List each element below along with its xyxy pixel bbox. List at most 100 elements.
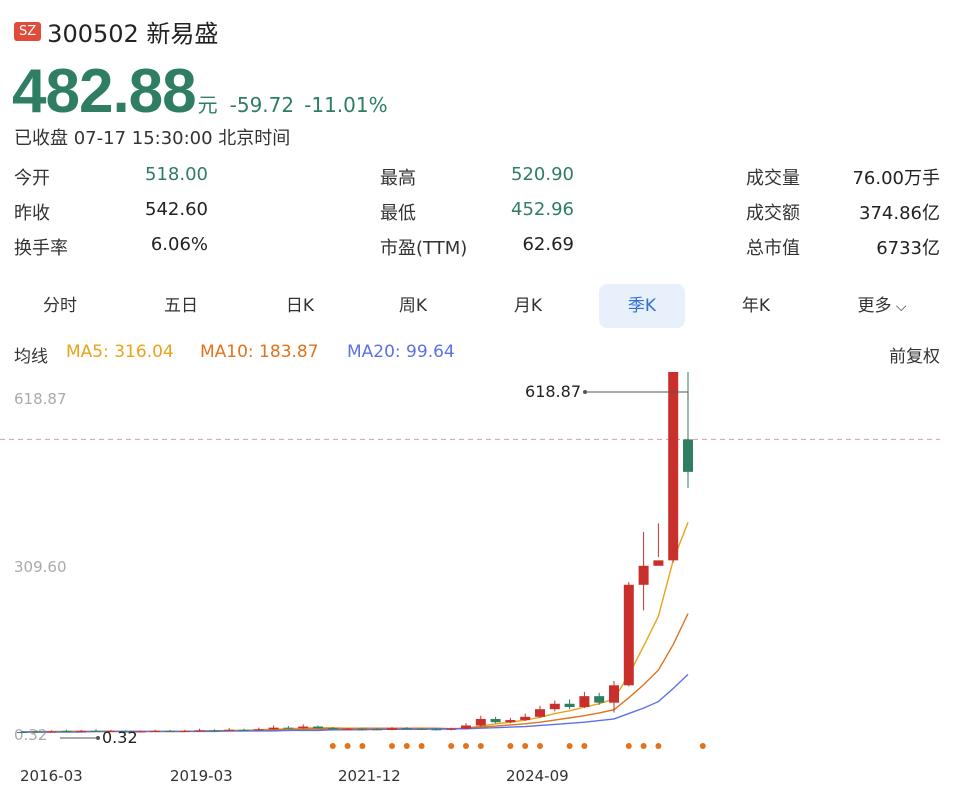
tab-日K[interactable]: 日K — [257, 284, 343, 328]
candle-body — [194, 730, 205, 732]
signal-dot — [418, 743, 425, 749]
ma20-legend: MA20: 99.64 — [347, 342, 455, 362]
signal-dot — [389, 743, 395, 749]
candle-body — [653, 560, 664, 566]
candlestick-chart[interactable]: 618.87 309.60 0.32 618.87 0.32 2016-03 2019-03… — [0, 372, 960, 802]
max-marker-dot — [583, 390, 587, 394]
signal-dot — [329, 743, 336, 749]
candle-body — [372, 729, 383, 731]
chevron-down-icon: ⌵ — [891, 299, 907, 315]
last-price: 482.88 — [12, 57, 197, 126]
candle-body — [638, 565, 649, 585]
candle-body — [446, 728, 457, 730]
max-label: 618.87 — [525, 382, 581, 401]
signal-dot — [655, 743, 662, 749]
ma5-legend: MA5: 316.04 — [66, 342, 174, 362]
tab-年K[interactable]: 年K — [713, 284, 799, 328]
candle-body — [283, 727, 294, 729]
candle-body — [165, 730, 175, 732]
candle-body — [268, 727, 279, 730]
stat-value: 6.06% — [150, 234, 208, 255]
signal-dot — [507, 743, 514, 749]
stat-value: 76.00万手 — [852, 168, 940, 189]
candle-body — [623, 584, 634, 686]
stat-value: 374.86亿 — [859, 203, 940, 224]
market-badge: SZ — [14, 22, 42, 41]
candle-body — [683, 439, 693, 472]
candle-body — [387, 728, 397, 730]
tab-季K[interactable]: 季K — [599, 284, 685, 328]
min-marker-dot — [96, 736, 100, 740]
candle-body — [549, 703, 560, 710]
tab-五日[interactable]: 五日 — [138, 284, 224, 328]
signal-dot — [344, 743, 351, 749]
candle-body — [327, 728, 338, 730]
candle-body — [224, 729, 235, 731]
stat-label: 市盈(TTM) — [380, 238, 468, 259]
stat-label: 最低 — [380, 203, 416, 224]
candle-body — [461, 725, 471, 729]
min-label: 0.32 — [102, 728, 138, 747]
candle-body — [239, 729, 249, 731]
x-tick-label: 2021-12 — [338, 767, 401, 785]
signal-dot — [625, 743, 632, 749]
adjust-button[interactable]: 前复权 — [889, 342, 940, 367]
price-change: -59.72 — [229, 93, 295, 117]
candle-body — [416, 728, 427, 730]
tab-分时[interactable]: 分时 — [17, 284, 103, 328]
candle-body — [594, 696, 605, 703]
candle-body — [46, 731, 57, 733]
price-row: 482.88 元 -59.72 -11.01% — [12, 56, 388, 127]
signal-dot — [566, 743, 573, 749]
stat-label: 成交额 — [746, 203, 800, 224]
stat-value: 452.96 — [511, 199, 574, 220]
stat-value: 518.00 — [145, 164, 208, 185]
stat-label: 今开 — [14, 168, 50, 189]
tab-月K[interactable]: 月K — [485, 284, 571, 328]
candle-body — [150, 730, 161, 732]
y-tick-label: 309.60 — [14, 558, 67, 576]
stock-header: SZ 300502 新易盛 — [14, 14, 218, 49]
candle-body — [179, 730, 190, 732]
candle-body — [61, 730, 72, 732]
candle-body — [520, 716, 531, 721]
price-change-pct: -11.01% — [304, 93, 388, 117]
candle-body — [431, 729, 442, 731]
ma-label: 均线 — [14, 347, 48, 367]
candle-body — [609, 685, 619, 703]
stat-label: 昨收 — [14, 203, 50, 224]
stat-label: 换手率 — [14, 238, 68, 259]
candle-body — [342, 728, 353, 730]
x-tick-label: 2019-03 — [170, 767, 233, 785]
ma10-line — [22, 613, 689, 733]
stat-value: 62.69 — [522, 234, 574, 255]
tab-更多[interactable]: 更多 ⌵ — [839, 284, 925, 328]
candle-body — [209, 730, 220, 732]
y-tick-label: 0.32 — [14, 726, 47, 744]
stat-label: 最高 — [380, 168, 416, 189]
candle-body — [505, 720, 516, 723]
stat-value: 542.60 — [145, 199, 208, 220]
period-tabs: 分时 五日 日K 周K 月K 季K 年K 更多 ⌵ — [0, 284, 960, 328]
candle-body — [313, 726, 323, 729]
signal-dot — [537, 743, 543, 749]
tab-周K[interactable]: 周K — [370, 284, 456, 328]
signal-dot — [403, 743, 410, 749]
stat-label: 总市值 — [746, 238, 800, 259]
stat-value: 6733亿 — [876, 238, 940, 259]
signal-dot — [699, 743, 706, 749]
signal-dot — [463, 743, 469, 749]
stock-title: 300502 新易盛 — [47, 20, 219, 48]
candle-body — [76, 730, 87, 732]
candle-body — [490, 718, 501, 723]
ma10-legend: MA10: 183.87 — [200, 342, 319, 362]
candle-body — [253, 729, 264, 731]
signal-dot — [477, 743, 484, 749]
candle-body — [91, 730, 101, 732]
candle-body — [535, 709, 545, 717]
candle-body — [564, 703, 575, 708]
candle-body — [475, 718, 486, 726]
signal-dot — [581, 743, 588, 749]
signal-dot — [522, 743, 529, 749]
signal-dot — [448, 743, 455, 749]
